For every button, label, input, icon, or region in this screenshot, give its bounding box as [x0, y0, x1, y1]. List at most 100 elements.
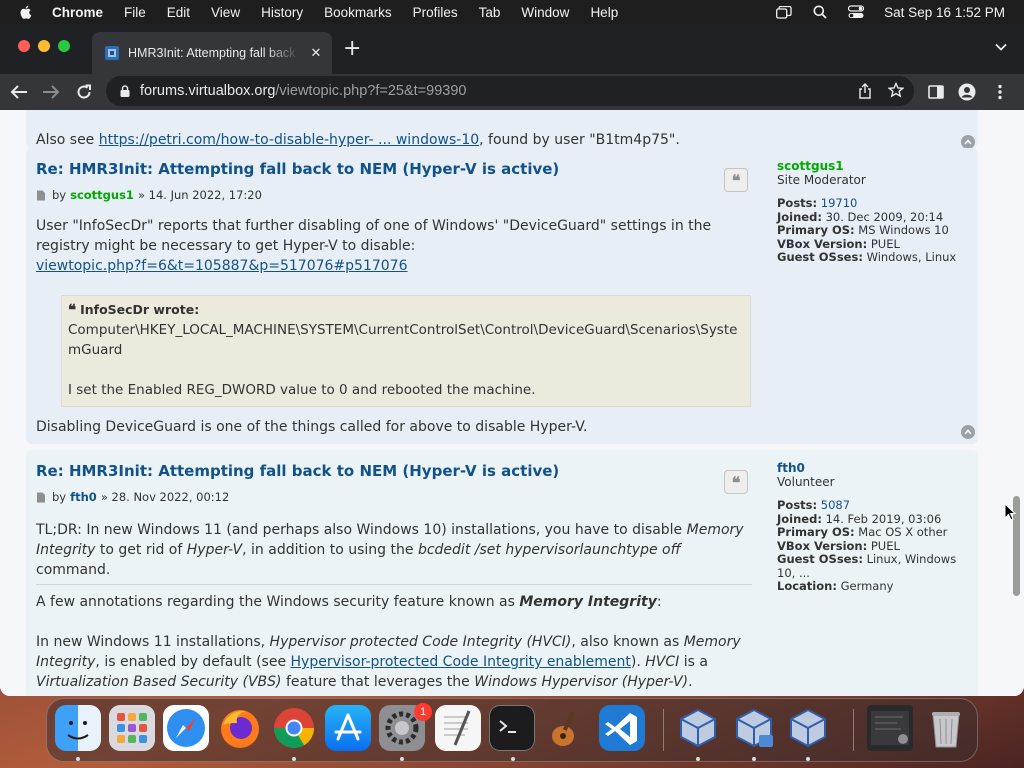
menu-view[interactable]: View — [211, 5, 240, 20]
downloads-stack-icon[interactable] — [867, 705, 913, 751]
spotlight-search-icon[interactable] — [812, 5, 828, 19]
mouse-cursor-icon — [1004, 503, 1016, 521]
post-fth0: Re: HMR3Init: Attempting fall back to NE… — [26, 450, 978, 696]
quote-cite: ❝ InfoSecDr wrote: — [68, 301, 200, 319]
safari-icon[interactable] — [163, 705, 209, 751]
menubar-clock[interactable]: Sat Sep 16 1:52 PM — [884, 5, 1005, 20]
apple-icon[interactable] — [18, 4, 34, 20]
share-icon[interactable] — [858, 83, 872, 99]
menu-edit[interactable]: Edit — [167, 5, 190, 20]
post-meta: by scottgus1 » 14. Jun 2022, 17:20 — [36, 188, 262, 202]
post-scottgus1: Re: HMR3Init: Attempting fall back to NE… — [26, 148, 978, 444]
virtualbox-favicon-icon — [105, 46, 119, 60]
post-paragraph: Disabling DeviceGuard is one of the thin… — [36, 419, 588, 435]
new-tab-icon[interactable]: + — [343, 38, 361, 60]
virtualbox-vm-2-icon[interactable] — [785, 705, 831, 751]
lock-icon[interactable] — [118, 84, 132, 98]
quote-mark-icon: ❝ — [68, 301, 77, 319]
textedit-icon[interactable] — [435, 705, 481, 751]
dock — [46, 698, 978, 762]
back-to-top-icon[interactable] — [961, 425, 975, 439]
garageband-icon[interactable] — [543, 705, 589, 751]
side-panel-icon[interactable] — [926, 82, 946, 102]
tab-search-chevron-icon[interactable] — [994, 40, 1008, 54]
terminal-icon[interactable] — [489, 705, 535, 751]
close-tab-icon[interactable]: ✕ — [308, 45, 324, 61]
firefox-icon[interactable] — [217, 705, 263, 751]
post-date: » 14. Jun 2022, 17:20 — [137, 188, 262, 202]
control-center-icon[interactable] — [848, 5, 865, 19]
author-profile: scottgus1 Site Moderator Posts: 19710 Jo… — [777, 159, 977, 265]
page-content: Also see https://petri.com/how-to-disabl… — [0, 110, 1024, 696]
tab-strip: HMR3Init: Attempting fall back to NEM (H… — [0, 24, 1024, 74]
profile-rank: Site Moderator — [777, 172, 866, 187]
post-paragraph: A few annotations regarding the Windows … — [36, 594, 662, 610]
browser-window: HMR3Init: Attempting fall back to NEM (H… — [0, 24, 1024, 696]
browser-toolbar: forums.virtualbox.org/viewtopic.php?f=25… — [0, 74, 1024, 110]
menu-tab[interactable]: Tab — [479, 5, 501, 20]
quote-button[interactable]: ❝ — [724, 168, 748, 192]
reload-icon[interactable] — [74, 82, 94, 102]
menu-window[interactable]: Window — [521, 5, 569, 20]
scrollbar-track[interactable] — [1009, 110, 1024, 696]
post-doc-icon[interactable] — [36, 190, 46, 201]
post-meta: by fth0 » 28. Nov 2022, 00:12 — [36, 490, 229, 504]
app-store-icon[interactable] — [325, 705, 371, 751]
profile-avatar-icon[interactable] — [957, 82, 977, 102]
post-paragraph: In new Windows 11 installations, Hypervi… — [36, 634, 741, 690]
post-author-link[interactable]: scottgus1 — [70, 188, 134, 202]
petri-link[interactable]: https://petri.com/how-to-disable-hyper- … — [99, 132, 479, 148]
virtualbox-icon[interactable] — [675, 705, 721, 751]
menu-app-chrome[interactable]: Chrome — [52, 5, 103, 20]
menu-history[interactable]: History — [261, 5, 303, 20]
vscode-icon[interactable] — [599, 705, 645, 751]
viewtopic-link[interactable]: viewtopic.php?f=6&t=105887&p=517076#p517… — [36, 258, 407, 274]
address-bar[interactable]: forums.virtualbox.org/viewtopic.php?f=25… — [106, 76, 914, 106]
quote-button[interactable]: ❝ — [724, 470, 748, 494]
blockquote: ❝ InfoSecDr wrote: Computer\HKEY_LOCAL_MA… — [61, 295, 751, 407]
screen-mirroring-icon[interactable] — [776, 5, 792, 19]
tab-title: HMR3Init: Attempting fall back to NEM (H… — [128, 46, 300, 60]
post-paragraph: User "InfoSecDr" reports that further di… — [36, 218, 712, 254]
divider — [36, 584, 752, 585]
tab-active[interactable]: HMR3Init: Attempting fall back to NEM (H… — [92, 32, 332, 74]
post-paragraph: TL;DR: In new Windows 11 (and perhaps al… — [36, 522, 744, 578]
finder-icon[interactable] — [55, 705, 101, 751]
post-author-link[interactable]: fth0 — [70, 490, 97, 504]
post-title[interactable]: Re: HMR3Init: Attempting fall back to NE… — [36, 160, 559, 178]
previous-post: Also see https://petri.com/how-to-disabl… — [26, 110, 978, 149]
back-arrow-icon[interactable] — [9, 82, 29, 102]
bookmark-star-icon[interactable] — [888, 82, 904, 98]
zoom-window-button[interactable] — [58, 40, 70, 52]
profile-name[interactable]: scottgus1 — [777, 159, 977, 174]
notification-badge: 1 — [414, 703, 432, 721]
menu-help[interactable]: Help — [590, 5, 618, 20]
author-profile: fth0 Volunteer Posts: 5087 Joined: 14. F… — [777, 461, 977, 594]
url-path: /viewtopic.php?f=25&t=99390 — [275, 83, 467, 99]
menu-profiles[interactable]: Profiles — [413, 5, 458, 20]
menu-file[interactable]: File — [124, 5, 146, 20]
forward-arrow-icon[interactable] — [41, 82, 61, 102]
minimize-window-button[interactable] — [38, 40, 50, 52]
profile-posts-link[interactable]: 5087 — [821, 498, 850, 512]
profile-rank: Volunteer — [777, 474, 835, 489]
post-title[interactable]: Re: HMR3Init: Attempting fall back to NE… — [36, 462, 559, 480]
virtualbox-vm-icon[interactable] — [731, 705, 777, 751]
close-window-button[interactable] — [18, 40, 30, 52]
profile-name[interactable]: fth0 — [777, 461, 977, 476]
hvci-enablement-link[interactable]: Hypervisor-protected Code Integrity enab… — [291, 654, 631, 670]
quote-text: I set the Enabled REG_DWORD value to 0 a… — [68, 382, 536, 398]
window-controls — [18, 40, 70, 52]
kebab-menu-icon[interactable] — [990, 82, 1010, 102]
profile-posts-link[interactable]: 19710 — [821, 196, 858, 210]
back-to-top-icon[interactable] — [961, 135, 975, 149]
trash-icon[interactable] — [923, 705, 969, 751]
post-date: » 28. Nov 2022, 00:12 — [100, 490, 230, 504]
post-doc-icon[interactable] — [36, 492, 46, 503]
quote-registry-path: Computer\HKEY_LOCAL_MACHINE\SYSTEM\Curre… — [68, 322, 738, 358]
menu-bookmarks[interactable]: Bookmarks — [324, 5, 392, 20]
launchpad-icon[interactable] — [109, 705, 155, 751]
previous-post-text: Also see https://petri.com/how-to-disabl… — [36, 132, 680, 148]
chrome-icon[interactable] — [271, 705, 317, 751]
url-host: forums.virtualbox.org — [140, 83, 276, 99]
